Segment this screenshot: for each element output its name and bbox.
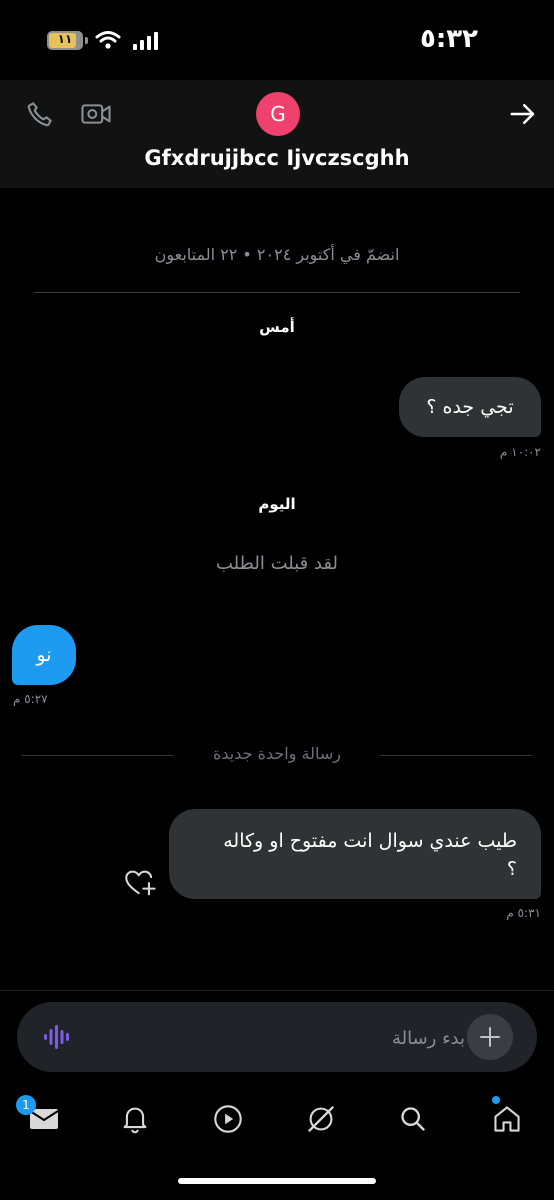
message-text: نو: [36, 644, 52, 666]
signal-icon: [133, 32, 158, 50]
voice-message-icon[interactable]: [43, 1023, 71, 1051]
phone-call-button[interactable]: [22, 96, 58, 132]
status-time: ٥:٣٢: [419, 24, 478, 54]
play-icon: [214, 1105, 242, 1133]
wifi-icon: [95, 31, 121, 49]
day-separator-yesterday: أمس: [259, 318, 295, 336]
battery-level: ١١: [57, 32, 73, 46]
day-separator-today: اليوم: [258, 495, 296, 513]
react-button[interactable]: [124, 868, 160, 900]
message-time: ٥:٣١ م: [506, 906, 541, 920]
mail-badge: 1: [16, 1095, 36, 1115]
arrow-right-icon: [510, 104, 535, 124]
add-attachment-button[interactable]: [467, 1014, 513, 1060]
message-input[interactable]: [93, 1020, 467, 1056]
home-notification-dot: [492, 1096, 500, 1104]
search-icon: [401, 1107, 425, 1131]
nav-videos[interactable]: [208, 1099, 248, 1139]
video-call-button[interactable]: [78, 96, 114, 132]
battery-icon: ١١: [47, 31, 83, 50]
heart-plus-icon: [125, 870, 156, 896]
new-message-separator: رسالة واحدة جديدة: [22, 740, 532, 770]
battery-tip: [85, 37, 88, 44]
back-button[interactable]: [505, 96, 541, 132]
grok-icon: [308, 1106, 334, 1132]
bell-icon: [123, 1107, 147, 1134]
composer-divider: [0, 990, 554, 991]
nav-notifications[interactable]: [115, 1099, 155, 1139]
conversation-header: G Gfxdrujjbcc Ijvczscghh: [0, 80, 554, 188]
phone-icon: [27, 102, 52, 127]
avatar[interactable]: G: [256, 92, 300, 136]
system-message: لقد قبلت الطلب: [215, 553, 339, 574]
message-text-line-2: ؟: [506, 858, 517, 880]
message-text: تجي جده ؟: [426, 396, 514, 418]
message-bubble-incoming[interactable]: نو: [12, 625, 76, 685]
nav-search[interactable]: [393, 1099, 433, 1139]
new-message-separator-label: رسالة واحدة جديدة: [213, 744, 341, 763]
divider: [34, 292, 520, 293]
message-bubble-outgoing[interactable]: تجي جده ؟: [399, 377, 541, 437]
message-bubble-outgoing[interactable]: طيب عندي سوال انت مفتوح او وكاله ؟: [169, 809, 541, 899]
nav-grok[interactable]: [301, 1099, 341, 1139]
message-time: ٥:٢٧ م: [13, 692, 48, 706]
plus-icon: [480, 1027, 500, 1047]
contact-name[interactable]: Gfxdrujjbcc Ijvczscghh: [0, 146, 554, 170]
nav-home[interactable]: [487, 1099, 527, 1139]
home-icon: [494, 1106, 520, 1132]
video-camera-icon: [81, 104, 111, 124]
home-indicator[interactable]: [178, 1178, 376, 1184]
message-time: ١٠:٠٢ م: [499, 445, 541, 459]
status-bar: ١١ ٥:٣٢: [0, 0, 554, 80]
profile-join-info: انضمّ في أكتوبر ٢٠٢٤ • ٢٢ المتابعون: [154, 245, 400, 264]
message-composer: [17, 1002, 537, 1072]
message-text-line-1: طيب عندي سوال انت مفتوح او وكاله: [223, 830, 517, 852]
